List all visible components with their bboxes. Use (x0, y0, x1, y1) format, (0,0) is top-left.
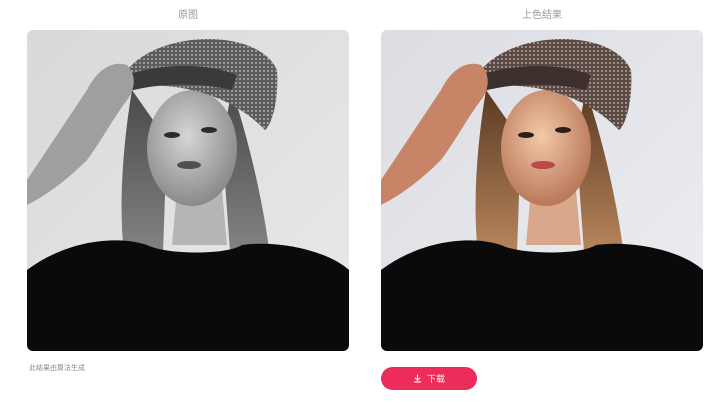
colorized-result-label: 上色结果 (522, 10, 562, 21)
download-icon (413, 374, 422, 383)
colorized-result-image (381, 30, 703, 351)
algorithm-generated-note: 此结果由算法生成 (29, 364, 85, 372)
original-image (27, 30, 349, 351)
download-button-label: 下载 (426, 375, 445, 385)
colorize-result-page: 原图 上色结果 此结果由算法生成 下载 (0, 0, 720, 403)
original-image-label: 原图 (178, 10, 198, 21)
download-button[interactable]: 下载 (381, 367, 477, 390)
